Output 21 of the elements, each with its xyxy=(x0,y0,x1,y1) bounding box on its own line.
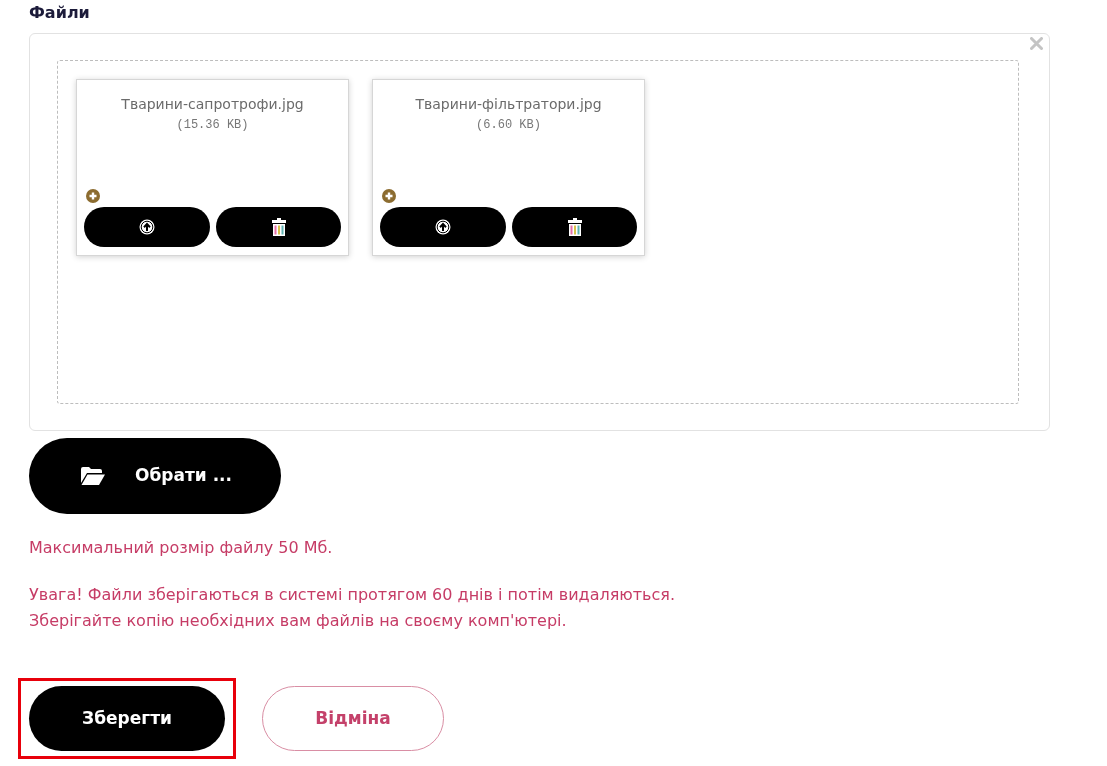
cancel-button[interactable]: Відміна xyxy=(262,686,444,751)
save-button[interactable]: Зберегти xyxy=(29,686,225,751)
section-title: Файли xyxy=(29,2,91,24)
browse-button[interactable]: Обрати ... xyxy=(29,438,281,514)
delete-button[interactable] xyxy=(512,207,637,247)
warning-text: Увага! Файли зберігаються в системі протягом 60 днів і потім видаляються. Зберігайте копію необхідних вам файлів на своєму комп'ютері. xyxy=(29,584,677,632)
file-size: (15.36 KB) xyxy=(176,117,249,133)
delete-button[interactable] xyxy=(216,207,341,247)
trash-icon xyxy=(271,218,286,236)
upload-icon xyxy=(139,219,155,235)
file-size: (6.60 KB) xyxy=(476,117,541,133)
upload-icon xyxy=(435,219,451,235)
plus-circle-icon[interactable] xyxy=(382,189,396,203)
folder-icon xyxy=(81,467,105,485)
plus-circle-icon[interactable] xyxy=(86,189,100,203)
upload-button[interactable] xyxy=(84,207,210,247)
upload-button[interactable] xyxy=(380,207,506,247)
file-name: Тварини-фільтратори.jpg xyxy=(415,95,602,113)
warning-text: Максимальний розмір файлу 50 Мб. xyxy=(29,537,334,559)
file-name: Тварини-сапротрофи.jpg xyxy=(121,95,304,113)
trash-icon xyxy=(567,218,582,236)
